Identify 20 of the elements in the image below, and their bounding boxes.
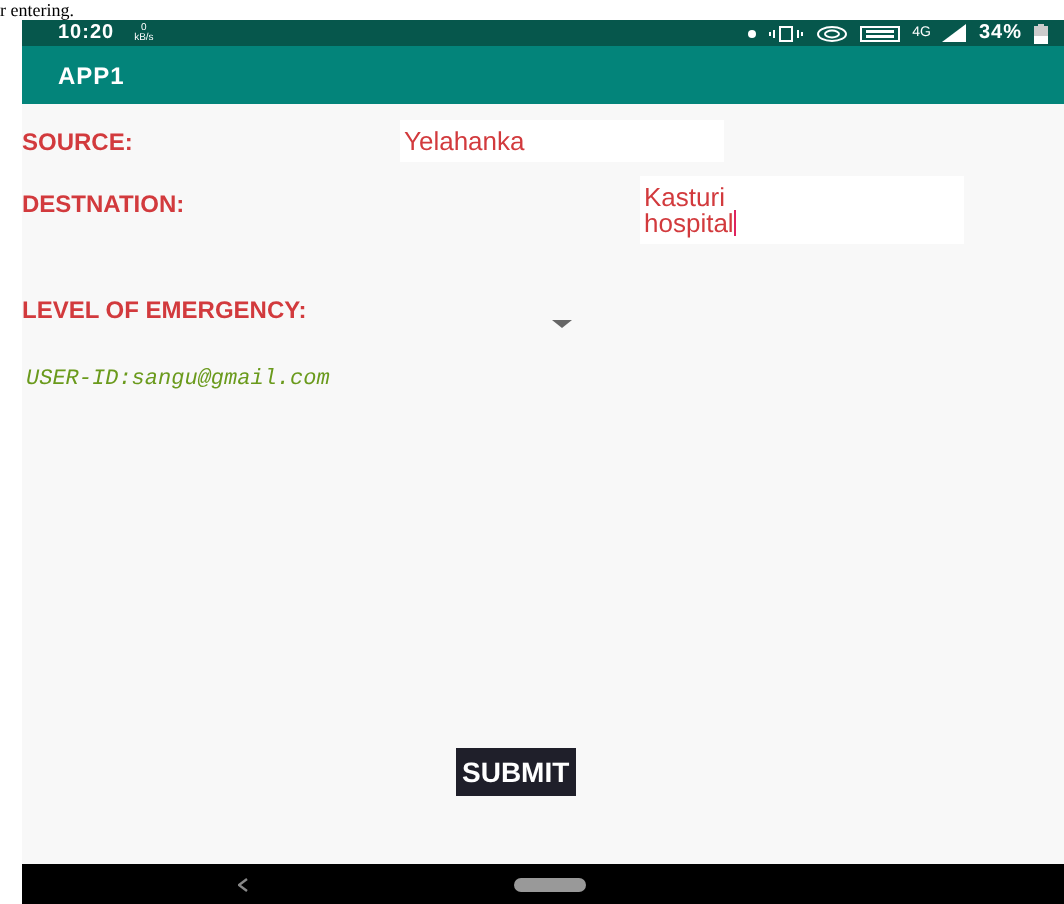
text-field[interactable]: Yelahanka [400,120,724,162]
battery-icon [1034,23,1048,43]
home-button[interactable] [514,878,586,892]
hotspot-icon [816,25,849,41]
dropdown-arrow-icon[interactable] [552,320,572,328]
submit-button[interactable]: SUBMIT [456,748,576,796]
battery-percent: 34% [978,22,1022,44]
text-field[interactable]: Kasturi hospital [640,176,964,244]
vibrate-icon [768,25,805,41]
field-label: LEVEL OF EMERGENCY: [22,296,309,324]
volte-icon [860,25,901,41]
user-id-text: USER-ID:sangu@gmail.com [26,368,332,392]
back-icon[interactable] [238,878,248,892]
status-time: 10:20 [58,22,115,44]
field-label: SOURCE: [22,128,135,156]
dot-icon [748,29,757,37]
field-label: DESTNATION: [22,190,187,218]
signal-icon [942,24,967,42]
app-bar-title: APP1 [22,46,1064,104]
document-text: r entering. [0,0,76,20]
